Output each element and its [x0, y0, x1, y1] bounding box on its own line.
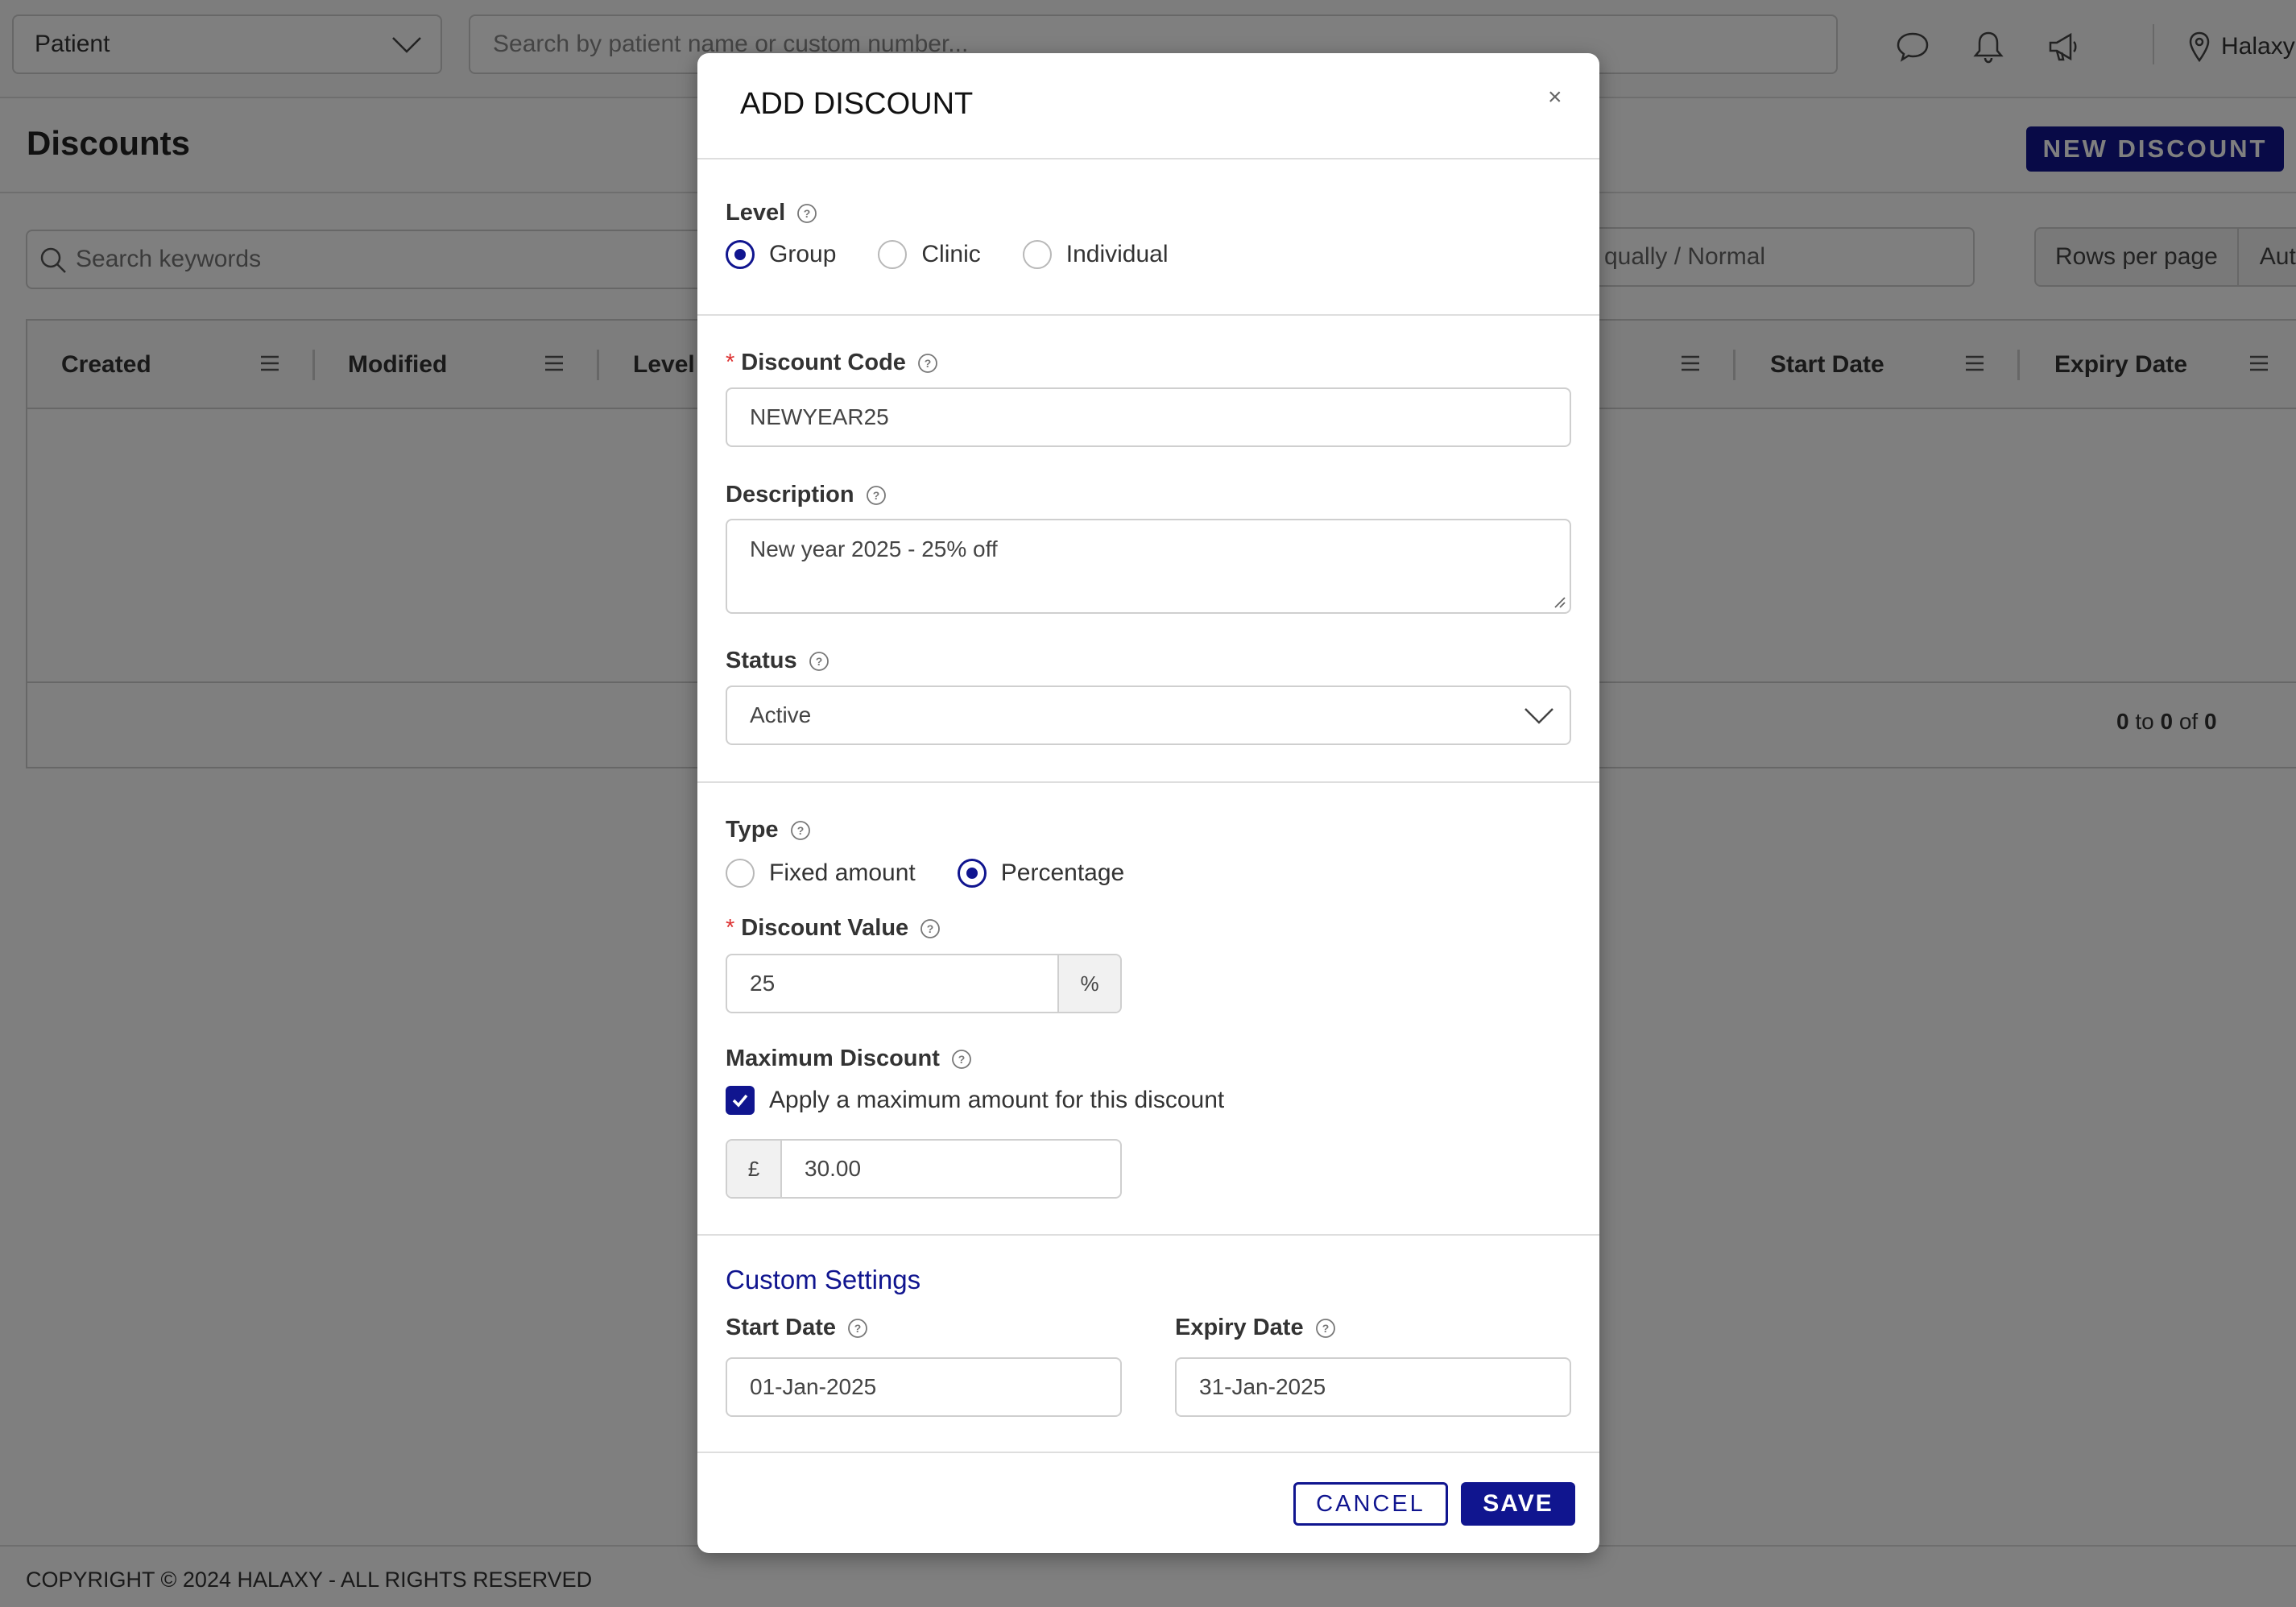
level-option-label: Group — [769, 241, 837, 267]
description-value: New year 2025 - 25% off — [750, 536, 998, 561]
help-icon[interactable]: ? — [809, 651, 829, 672]
description-label: Description ? — [726, 482, 887, 508]
resize-handle-icon[interactable] — [1552, 594, 1566, 609]
check-icon — [732, 1094, 748, 1108]
discount-value-label: * Discount Value ? — [726, 915, 941, 942]
section-divider — [697, 1452, 1599, 1453]
help-icon[interactable]: ? — [796, 203, 817, 224]
help-icon[interactable]: ? — [1315, 1318, 1336, 1339]
help-icon[interactable]: ? — [951, 1049, 972, 1070]
custom-settings-heading: Custom Settings — [726, 1265, 921, 1294]
help-icon[interactable]: ? — [920, 918, 941, 939]
type-radio-group: Fixed amount Percentage — [726, 859, 1166, 888]
discount-value-input[interactable]: 25 % — [726, 954, 1122, 1013]
section-divider — [697, 314, 1599, 316]
discount-value-value: 25 — [750, 971, 776, 996]
svg-text:?: ? — [925, 357, 932, 370]
cancel-button[interactable]: CANCEL — [1293, 1482, 1448, 1526]
start-date-value: 01-Jan-2025 — [750, 1374, 877, 1399]
maximum-discount-amount-value: 30.00 — [805, 1156, 862, 1181]
maximum-discount-amount-input[interactable]: £ 30.00 — [726, 1139, 1122, 1199]
level-option-label: Individual — [1065, 241, 1169, 267]
status-label: Status ? — [726, 648, 829, 674]
description-label-text: Description — [726, 482, 854, 507]
required-marker: * — [726, 350, 735, 375]
svg-text:?: ? — [804, 207, 811, 220]
type-option-percentage[interactable]: Percentage — [957, 859, 1125, 888]
dialog-header: ADD DISCOUNT × — [697, 53, 1599, 159]
required-marker: * — [726, 915, 735, 941]
discount-code-value: NEWYEAR25 — [750, 404, 889, 429]
level-option-group[interactable]: Group — [726, 240, 836, 269]
help-icon[interactable]: ? — [866, 485, 887, 506]
discount-code-label: * Discount Code ? — [726, 350, 938, 376]
svg-text:?: ? — [927, 922, 934, 935]
svg-text:?: ? — [796, 824, 804, 837]
level-radio-group: Group Clinic Individual — [726, 240, 1210, 269]
type-option-label: Percentage — [1000, 859, 1125, 886]
help-icon[interactable]: ? — [790, 820, 811, 841]
discount-value-label-text: Discount Value — [741, 915, 909, 941]
discount-code-input[interactable]: NEWYEAR25 — [726, 387, 1571, 447]
dialog-title: ADD DISCOUNT — [740, 87, 974, 121]
close-icon[interactable]: × — [1548, 84, 1562, 111]
level-label: Level ? — [726, 200, 817, 226]
maximum-discount-label-text: Maximum Discount — [726, 1046, 940, 1071]
expiry-date-value: 31-Jan-2025 — [1199, 1374, 1326, 1399]
level-option-individual[interactable]: Individual — [1022, 240, 1169, 269]
description-textarea[interactable]: New year 2025 - 25% off — [726, 519, 1571, 614]
section-divider — [697, 781, 1599, 783]
expiry-date-input[interactable]: 31-Jan-2025 — [1175, 1357, 1571, 1417]
level-option-label: Clinic — [921, 241, 981, 267]
type-label: Type ? — [726, 817, 811, 843]
currency-prefix: £ — [727, 1141, 782, 1197]
radio-button[interactable] — [726, 859, 755, 888]
percent-suffix: % — [1057, 955, 1120, 1012]
start-date-label-text: Start Date — [726, 1315, 836, 1340]
section-divider — [697, 1234, 1599, 1236]
status-value: Active — [750, 702, 812, 727]
start-date-label: Start Date ? — [726, 1315, 868, 1341]
status-select[interactable]: Active — [726, 685, 1571, 745]
svg-text:?: ? — [958, 1053, 966, 1066]
radio-button-selected[interactable] — [957, 859, 987, 888]
maximum-discount-checkbox-row[interactable]: Apply a maximum amount for this discount — [726, 1086, 1224, 1115]
level-option-clinic[interactable]: Clinic — [878, 240, 981, 269]
save-button[interactable]: SAVE — [1461, 1482, 1575, 1526]
type-option-fixed-amount[interactable]: Fixed amount — [726, 859, 916, 888]
status-label-text: Status — [726, 648, 797, 673]
radio-button[interactable] — [878, 240, 908, 269]
expiry-date-label-text: Expiry Date — [1175, 1315, 1304, 1340]
expiry-date-label: Expiry Date ? — [1175, 1315, 1336, 1341]
help-icon[interactable]: ? — [917, 353, 938, 374]
radio-button-selected[interactable] — [726, 240, 755, 269]
chevron-down-icon — [1524, 708, 1553, 724]
svg-text:?: ? — [1322, 1322, 1329, 1335]
discount-code-label-text: Discount Code — [741, 350, 906, 375]
start-date-input[interactable]: 01-Jan-2025 — [726, 1357, 1122, 1417]
level-label-text: Level — [726, 200, 786, 226]
svg-text:?: ? — [854, 1322, 862, 1335]
radio-button[interactable] — [1022, 240, 1052, 269]
maximum-discount-checkbox-label: Apply a maximum amount for this discount — [769, 1087, 1225, 1113]
add-discount-dialog: ADD DISCOUNT × Level ? Group Clinic Indi… — [697, 53, 1599, 1553]
type-option-label: Fixed amount — [769, 859, 916, 886]
maximum-discount-checkbox[interactable] — [726, 1086, 755, 1115]
help-icon[interactable]: ? — [847, 1318, 868, 1339]
maximum-discount-label: Maximum Discount ? — [726, 1046, 972, 1072]
svg-text:?: ? — [872, 489, 879, 502]
type-label-text: Type — [726, 817, 779, 843]
svg-text:?: ? — [815, 655, 822, 668]
